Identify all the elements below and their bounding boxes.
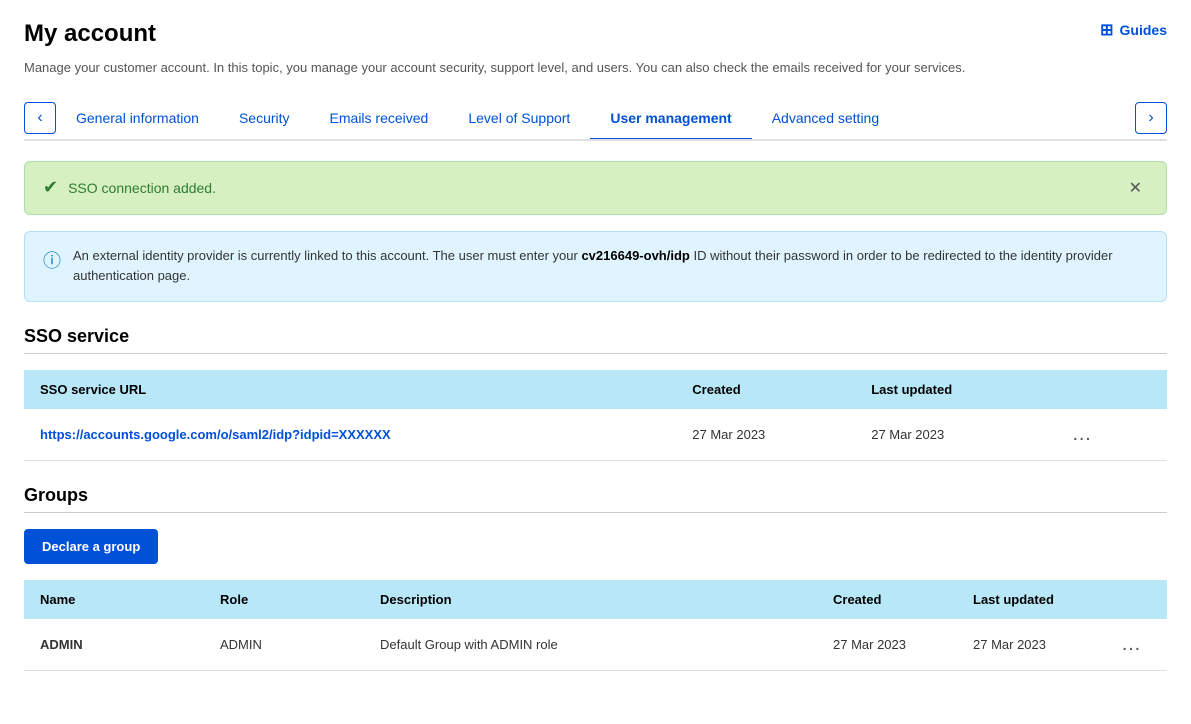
info-text-before: An external identity provider is current… <box>73 248 581 263</box>
guides-link[interactable]: ⊞ Guides <box>1100 20 1167 40</box>
group-row-name: ADMIN <box>24 619 204 671</box>
sso-section-divider <box>24 353 1167 354</box>
sso-url-link[interactable]: https://accounts.google.com/o/saml2/idp?… <box>40 427 391 442</box>
sso-row-actions: … <box>1048 409 1167 461</box>
groups-col-updated: Last updated <box>957 580 1097 619</box>
guides-label: Guides <box>1120 22 1167 38</box>
tab-emails[interactable]: Emails received <box>310 98 449 139</box>
tab-next-button[interactable]: › <box>1135 102 1167 134</box>
tab-security[interactable]: Security <box>219 98 310 139</box>
groups-table: Name Role Description Created Last updat… <box>24 580 1167 671</box>
page-subtitle: Manage your customer account. In this to… <box>24 58 1167 78</box>
sso-col-created: Created <box>676 370 855 409</box>
sso-row-url: https://accounts.google.com/o/saml2/idp?… <box>24 409 676 461</box>
sso-row-created: 27 Mar 2023 <box>676 409 855 461</box>
success-icon: ✔ <box>43 177 58 198</box>
success-banner: ✔ SSO connection added. ✕ <box>24 161 1167 215</box>
declare-group-button[interactable]: Declare a group <box>24 529 158 564</box>
tab-general[interactable]: General information <box>56 98 219 139</box>
success-banner-close-button[interactable]: ✕ <box>1123 176 1148 200</box>
page-title: My account <box>24 20 156 48</box>
tabs-container: ‹ General information Security Emails re… <box>24 98 1167 141</box>
info-banner: ⓘ An external identity provider is curre… <box>24 231 1167 303</box>
sso-col-updated: Last updated <box>855 370 1047 409</box>
sso-section-title: SSO service <box>24 326 1167 347</box>
table-row: https://accounts.google.com/o/saml2/idp?… <box>24 409 1167 461</box>
group-row-updated: 27 Mar 2023 <box>957 619 1097 671</box>
tab-prev-button[interactable]: ‹ <box>24 102 56 134</box>
group-row-menu-button[interactable]: … <box>1113 631 1151 658</box>
groups-col-actions <box>1097 580 1167 619</box>
group-row-role: ADMIN <box>204 619 364 671</box>
groups-col-created: Created <box>817 580 957 619</box>
group-row-actions: … <box>1097 619 1167 671</box>
sso-col-url: SSO service URL <box>24 370 676 409</box>
sso-row-updated: 27 Mar 2023 <box>855 409 1047 461</box>
tab-advanced[interactable]: Advanced setting <box>752 98 899 139</box>
tab-users[interactable]: User management <box>590 98 751 139</box>
groups-section-title: Groups <box>24 485 1167 506</box>
info-highlight: cv216649-ovh/idp <box>581 248 689 263</box>
group-row-created: 27 Mar 2023 <box>817 619 957 671</box>
groups-col-name: Name <box>24 580 204 619</box>
guides-icon: ⊞ <box>1100 20 1113 40</box>
sso-col-actions <box>1048 370 1167 409</box>
sso-table: SSO service URL Created Last updated htt… <box>24 370 1167 461</box>
groups-section-divider <box>24 512 1167 513</box>
info-banner-text: An external identity provider is current… <box>73 246 1148 288</box>
table-row: ADMIN ADMIN Default Group with ADMIN rol… <box>24 619 1167 671</box>
tabs-list: General information Security Emails rece… <box>56 98 1135 139</box>
group-row-description: Default Group with ADMIN role <box>364 619 817 671</box>
tab-support[interactable]: Level of Support <box>448 98 590 139</box>
groups-col-role: Role <box>204 580 364 619</box>
sso-row-menu-button[interactable]: … <box>1064 421 1102 448</box>
success-banner-text: SSO connection added. <box>68 180 216 196</box>
info-icon: ⓘ <box>43 247 61 273</box>
groups-col-description: Description <box>364 580 817 619</box>
